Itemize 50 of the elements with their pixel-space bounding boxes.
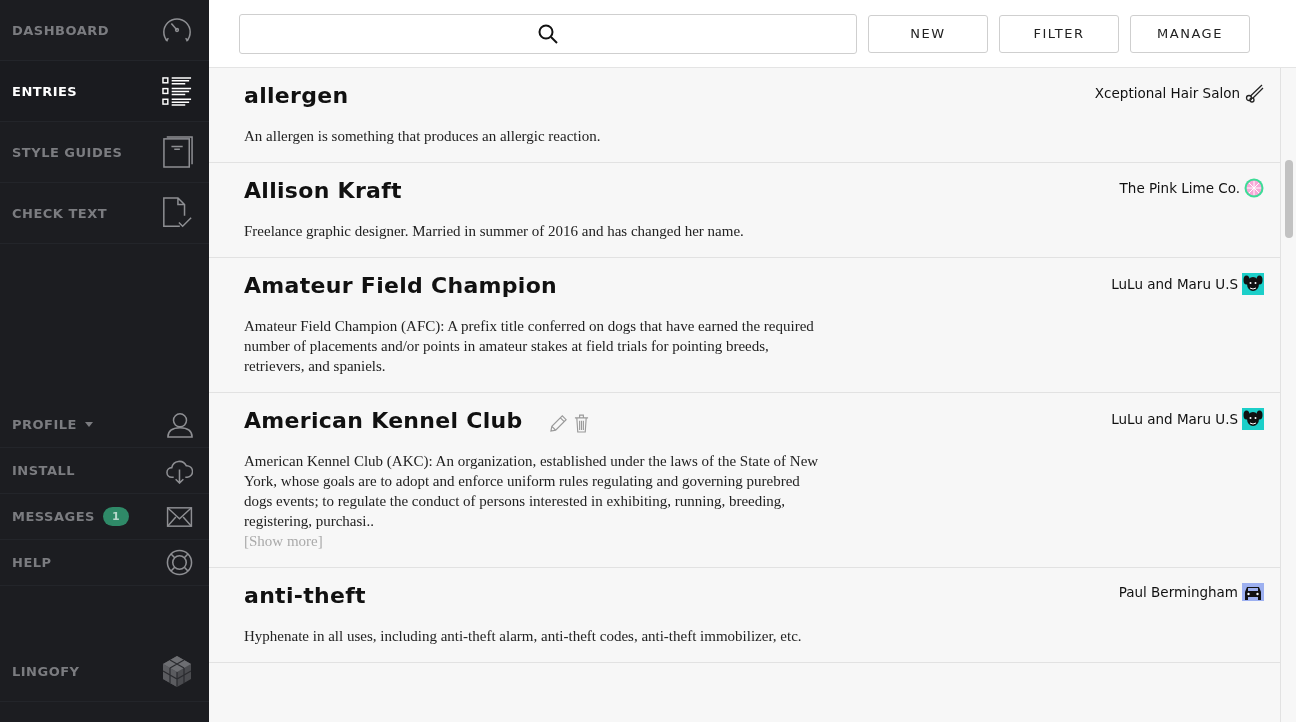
dog-icon: [1242, 273, 1264, 295]
entry-description: An allergen is something that produces an allergic reaction.: [244, 127, 602, 146]
lifebuoy-icon: [166, 549, 193, 576]
show-more-link[interactable]: [Show more]: [244, 531, 323, 551]
entry-title: Amateur Field Champion: [244, 273, 558, 298]
dog-icon: [1242, 408, 1264, 430]
caret-icon: [85, 422, 93, 427]
owner-name: LuLu and Maru U.S: [1111, 276, 1238, 292]
entry-title: allergen: [244, 83, 349, 108]
nav-label: ENTRIES: [12, 83, 78, 99]
entry-description: Freelance graphic designer. Married in summer of 2016 and has changed her name.: [244, 222, 745, 241]
entry-row[interactable]: allergen An allergen is something that produces an allergic reaction. Xceptional Hair Salon: [209, 68, 1280, 162]
scissors-icon: [1244, 83, 1264, 103]
nav-label: PROFILE: [12, 417, 77, 432]
owner-name: LuLu and Maru U.S: [1111, 411, 1238, 427]
entry-row[interactable]: Allison Kraft Freelance graphic designer. Married in summer of 2016 and has changed her name. The Pink Lime Co.: [209, 163, 1280, 257]
nav-label: CHECK TEXT: [12, 205, 108, 221]
owner-name: Paul Bermingham: [1118, 584, 1238, 600]
cube-logo-icon: [161, 655, 193, 687]
nav-label: HELP: [12, 555, 52, 570]
toolbar-button[interactable]: NEW: [868, 14, 988, 53]
document-check-icon: [161, 197, 193, 229]
toolbar-button[interactable]: MANAGE: [1130, 14, 1250, 53]
trash-icon[interactable]: [573, 414, 589, 433]
unread-count-badge: 1: [102, 507, 129, 526]
owner-name: Xceptional Hair Salon: [1094, 85, 1240, 101]
entry-row[interactable]: anti-theft Hyphenate in all uses, including anti-theft alarm, anti-theft codes, anti-theft immobilizer, etc. Paul Bermingham: [209, 568, 1280, 662]
entry-title: anti-theft: [244, 583, 366, 608]
entry-description: Amateur Field Champion (AFC): A prefix title conferred on dogs that have earned the required number of placements and/or points in amateur stakes at field trials for pointing breeds, retrievers, and spaniels.: [244, 317, 815, 376]
lime-slice-icon: [1244, 178, 1264, 198]
entry-description: Hyphenate in all uses, including anti-theft alarm, anti-theft codes, anti-theft immobilizer, etc.: [244, 627, 803, 646]
search-icon: [538, 23, 558, 44]
entry-description: American Kennel Club (AKC): An organization, established under the laws of the State of New York, whose goals are to adopt and enforce uniform rules regulating and governing purebred dogs events; to regulate the conduct of persons interested in exhibiting, running, breeding, registering, purchasi..: [244, 452, 820, 531]
nav-label: INSTALL: [12, 463, 76, 478]
toolbar-button[interactable]: FILTER: [999, 14, 1119, 53]
owner-name: The Pink Lime Co.: [1119, 180, 1240, 196]
entry-title: American Kennel Club: [244, 408, 523, 433]
nav-label: DASHBOARD: [12, 22, 110, 38]
search-field[interactable]: [239, 13, 857, 54]
book-icon: [163, 136, 193, 168]
list-icon: [162, 75, 193, 107]
envelope-icon: [166, 505, 193, 528]
pencil-icon[interactable]: [548, 414, 568, 433]
person-icon: [167, 411, 193, 438]
entry-title: Allison Kraft: [244, 178, 402, 203]
scrollbar-thumb[interactable]: [1285, 160, 1293, 238]
brand-name: LINGOFY: [12, 663, 80, 679]
car-icon: [1242, 583, 1264, 601]
nav-label: MESSAGES: [12, 509, 95, 524]
nav-label: STYLE GUIDES: [12, 144, 123, 160]
